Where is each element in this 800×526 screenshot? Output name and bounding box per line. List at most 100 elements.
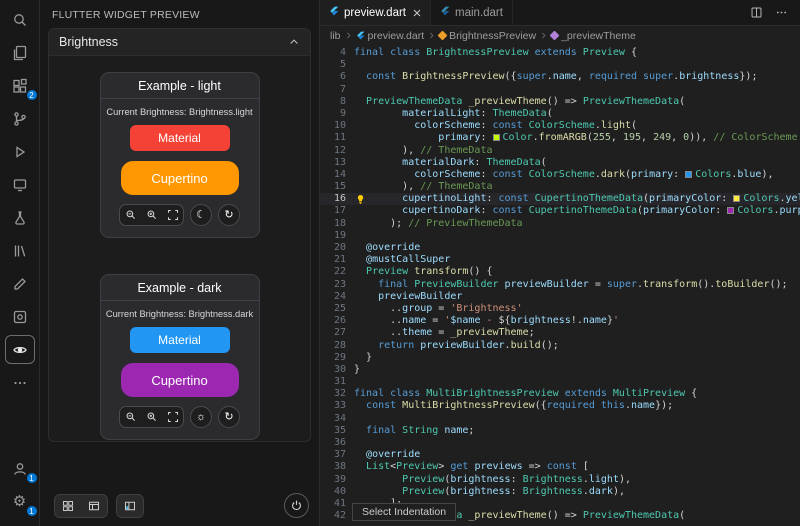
tab-preview-dart[interactable]: preview.dart bbox=[320, 0, 431, 25]
brightness-section: Brightness Example - light Current Brigh… bbox=[48, 28, 311, 442]
zoom-in-icon[interactable] bbox=[141, 205, 162, 225]
material-button[interactable]: Material bbox=[130, 125, 230, 151]
fullscreen-icon[interactable] bbox=[162, 205, 183, 225]
remote-explorer-icon[interactable] bbox=[5, 170, 35, 199]
code-line[interactable]: 36 bbox=[320, 437, 800, 449]
run-debug-icon[interactable] bbox=[5, 137, 35, 166]
code-line[interactable]: 39 Preview(brightness: Brightness.light)… bbox=[320, 474, 800, 486]
code-line[interactable]: 10 colorScheme: const ColorScheme.light( bbox=[320, 120, 800, 132]
chevron-up-icon[interactable] bbox=[288, 36, 300, 48]
line-number: 11 bbox=[320, 132, 346, 144]
dark-mode-toggle-moon-icon[interactable]: ☾ bbox=[190, 204, 212, 226]
code-line[interactable]: 9 materialLight: ThemeData( bbox=[320, 108, 800, 120]
line-number: 35 bbox=[320, 425, 346, 437]
zoom-out-icon[interactable] bbox=[120, 407, 141, 427]
code-line[interactable]: 33 const MultiBrightnessPreview({require… bbox=[320, 400, 800, 412]
close-icon[interactable] bbox=[413, 9, 421, 17]
code-line[interactable]: 18 ); // PreviewThemeData bbox=[320, 218, 800, 230]
power-restart-icon[interactable] bbox=[284, 493, 309, 518]
explorer-icon[interactable] bbox=[5, 38, 35, 67]
card-status: Current Brightness: Brightness.light bbox=[101, 99, 259, 117]
code-line[interactable]: 20 @override bbox=[320, 242, 800, 254]
code-line[interactable]: 17 cupertinoDark: const CupertinoThemeDa… bbox=[320, 205, 800, 217]
card-toolbar: ☼ ↻ bbox=[101, 397, 259, 439]
code-line[interactable]: 19 bbox=[320, 230, 800, 242]
code-line[interactable]: 32final class MultiBrightnessPreview ext… bbox=[320, 388, 800, 400]
light-mode-toggle-sun-icon[interactable]: ☼ bbox=[190, 406, 212, 428]
tab-main-dart[interactable]: main.dart bbox=[431, 0, 513, 25]
code-line[interactable]: 34 bbox=[320, 413, 800, 425]
extensions-icon[interactable]: 2 bbox=[5, 71, 35, 100]
code-line[interactable]: 26 ..name = '$name - ${brightness!.name}… bbox=[320, 315, 800, 327]
zoom-in-icon[interactable] bbox=[141, 407, 162, 427]
accounts-icon[interactable]: 1 bbox=[5, 454, 35, 483]
line-number: 39 bbox=[320, 474, 346, 486]
sidebar-title: FLUTTER WIDGET PREVIEW bbox=[40, 0, 319, 28]
material-button[interactable]: Material bbox=[130, 327, 230, 353]
tab-label: preview.dart bbox=[344, 7, 406, 19]
layout-view-icon[interactable] bbox=[117, 495, 143, 517]
source-control-icon[interactable] bbox=[5, 104, 35, 133]
breadcrumb-file[interactable]: preview.dart bbox=[356, 30, 425, 42]
code-line[interactable]: 4final class BrightnessPreview extends P… bbox=[320, 47, 800, 59]
code-line[interactable]: 13 materialDark: ThemeData( bbox=[320, 157, 800, 169]
code-line[interactable]: 7 bbox=[320, 84, 800, 96]
widget-preview-icon[interactable] bbox=[5, 335, 35, 364]
code-line[interactable]: 21 @mustCallSuper bbox=[320, 254, 800, 266]
code-line[interactable]: 25 ..group = 'Brightness' bbox=[320, 303, 800, 315]
preview-icon[interactable] bbox=[5, 302, 35, 331]
activity-bar: 2 1 bbox=[0, 0, 40, 526]
list-view-icon[interactable] bbox=[81, 495, 107, 517]
line-number: 14 bbox=[320, 169, 346, 181]
more-actions-icon[interactable] bbox=[775, 6, 788, 19]
code-line[interactable]: 28 return previewBuilder.build(); bbox=[320, 340, 800, 352]
line-number: 23 bbox=[320, 279, 346, 291]
code-line[interactable]: 24 previewBuilder bbox=[320, 291, 800, 303]
refresh-icon[interactable]: ↻ bbox=[218, 406, 240, 428]
references-icon[interactable] bbox=[5, 236, 35, 265]
code-line[interactable]: 6 const BrightnessPreview({super.name, r… bbox=[320, 71, 800, 83]
more-icon[interactable] bbox=[5, 368, 35, 397]
code-line[interactable]: 27 ..theme = _previewTheme; bbox=[320, 327, 800, 339]
code-line[interactable]: 12 ), // ThemeData bbox=[320, 145, 800, 157]
breadcrumb-method[interactable]: _previewTheme bbox=[551, 30, 636, 42]
code-line[interactable]: 35 final String name; bbox=[320, 425, 800, 437]
split-editor-icon[interactable] bbox=[750, 6, 763, 19]
brightness-section-header[interactable]: Brightness bbox=[49, 29, 310, 56]
code-line[interactable]: 8 PreviewThemeData _previewTheme() => Pr… bbox=[320, 96, 800, 108]
code-line[interactable]: 11 primary: Color.fromARGB(255, 195, 249… bbox=[320, 132, 800, 144]
code-line[interactable]: 40 Preview(brightness: Brightness.dark), bbox=[320, 486, 800, 498]
cupertino-button[interactable]: Cupertino bbox=[121, 161, 239, 195]
preview-card-light: Example - light Current Brightness: Brig… bbox=[100, 72, 260, 238]
code-line[interactable]: 16 cupertinoLight: const CupertinoThemeD… bbox=[320, 193, 800, 205]
grid-view-icon[interactable] bbox=[55, 495, 81, 517]
code-line[interactable]: 23 final PreviewBuilder previewBuilder =… bbox=[320, 279, 800, 291]
code-line[interactable]: 38 List<Preview> get previews => const [ bbox=[320, 461, 800, 473]
zoom-out-icon[interactable] bbox=[120, 205, 141, 225]
code-line[interactable]: 15 ), // ThemeData bbox=[320, 181, 800, 193]
testing-icon[interactable] bbox=[5, 203, 35, 232]
line-number: 37 bbox=[320, 449, 346, 461]
code-area[interactable]: 4final class BrightnessPreview extends P… bbox=[320, 45, 800, 526]
cupertino-button[interactable]: Cupertino bbox=[121, 363, 239, 397]
code-line[interactable]: 31 bbox=[320, 376, 800, 388]
edit-icon[interactable] bbox=[5, 269, 35, 298]
code-line[interactable]: 14 colorScheme: const ColorScheme.dark(p… bbox=[320, 169, 800, 181]
line-number: 6 bbox=[320, 71, 346, 83]
lightbulb-icon[interactable] bbox=[356, 194, 365, 205]
code-line[interactable]: 22 Preview transform() { bbox=[320, 266, 800, 278]
breadcrumb-lib[interactable]: lib bbox=[330, 30, 341, 42]
line-number: 32 bbox=[320, 388, 346, 400]
card-title: Example - dark bbox=[101, 275, 259, 301]
breadcrumb-class[interactable]: BrightnessPreview bbox=[439, 30, 536, 42]
select-indentation-tooltip[interactable]: Select Indentation bbox=[352, 503, 456, 521]
fullscreen-icon[interactable] bbox=[162, 407, 183, 427]
code-line[interactable]: 30} bbox=[320, 364, 800, 376]
code-line[interactable]: 37 @override bbox=[320, 449, 800, 461]
settings-icon[interactable]: ⚙ 1 bbox=[5, 487, 35, 516]
search-icon[interactable] bbox=[5, 5, 35, 34]
class-symbol-icon bbox=[438, 31, 448, 41]
refresh-icon[interactable]: ↻ bbox=[218, 204, 240, 226]
code-line[interactable]: 5 bbox=[320, 59, 800, 71]
code-line[interactable]: 29 } bbox=[320, 352, 800, 364]
